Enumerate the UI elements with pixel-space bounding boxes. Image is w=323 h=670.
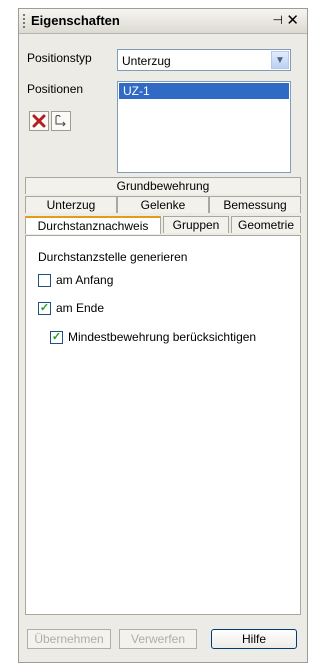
tab-gelenke[interactable]: Gelenke xyxy=(117,196,209,213)
panel-title: Eigenschaften xyxy=(31,13,120,28)
rename-icon xyxy=(55,115,66,127)
tab-bemessung[interactable]: Bemessung xyxy=(209,196,301,213)
grip-icon[interactable] xyxy=(23,14,27,28)
am-ende-label[interactable]: am Ende xyxy=(56,301,104,315)
am-ende-checkbox[interactable]: ✓ xyxy=(38,302,51,315)
section-label: Durchstanzstelle generieren xyxy=(38,250,188,264)
discard-button[interactable]: Verwerfen xyxy=(119,629,197,649)
properties-panel: Eigenschaften ⊣ ✕ Positionstyp Unterzug … xyxy=(18,8,308,663)
close-icon[interactable]: ✕ xyxy=(286,11,299,29)
mindestbewehrung-checkbox[interactable]: ✓ xyxy=(50,331,63,344)
positions-list[interactable]: UZ-1 xyxy=(117,81,291,173)
am-anfang-label[interactable]: am Anfang xyxy=(56,273,113,287)
delete-button[interactable] xyxy=(29,111,49,131)
tab-grundbewehrung[interactable]: Grundbewehrung xyxy=(25,177,301,194)
pin-icon[interactable]: ⊣ xyxy=(273,13,283,27)
delete-icon xyxy=(32,114,46,128)
am-anfang-checkbox[interactable] xyxy=(38,274,51,287)
position-type-label: Positionstyp xyxy=(27,51,92,65)
apply-button[interactable]: Übernehmen xyxy=(27,629,111,649)
tab-durchstanznachweis[interactable]: Durchstanznachweis xyxy=(25,216,161,234)
mindestbewehrung-label[interactable]: Mindestbewehrung berücksichtigen xyxy=(68,330,256,344)
tab-unterzug[interactable]: Unterzug xyxy=(25,196,117,213)
help-button[interactable]: Hilfe xyxy=(211,629,297,649)
tab-gruppen[interactable]: Gruppen xyxy=(163,216,229,233)
position-type-value: Unterzug xyxy=(122,54,171,68)
position-type-select[interactable]: Unterzug ▼ xyxy=(117,49,291,71)
rename-button[interactable] xyxy=(51,111,71,131)
tab-content-durchstanznachweis: Durchstanzstelle generieren am Anfang ✓ … xyxy=(25,235,301,615)
tab-geometrie[interactable]: Geometrie xyxy=(231,216,301,233)
positions-label: Positionen xyxy=(27,82,84,96)
list-item-selected[interactable]: UZ-1 xyxy=(119,83,289,99)
panel-title-bar[interactable]: Eigenschaften ⊣ ✕ xyxy=(19,9,307,34)
chevron-down-icon[interactable]: ▼ xyxy=(271,51,289,69)
